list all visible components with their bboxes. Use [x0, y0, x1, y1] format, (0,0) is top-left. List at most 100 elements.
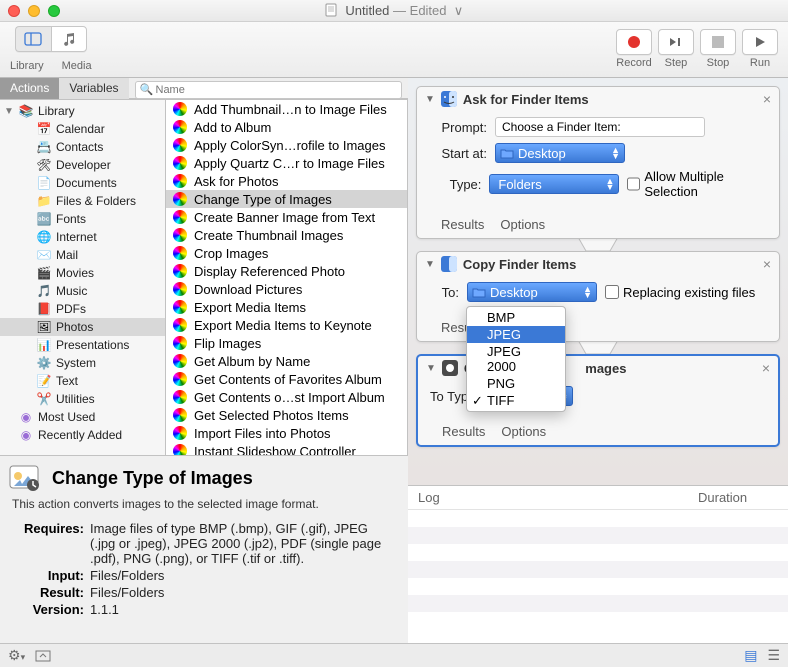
sidebar-root[interactable]: ▼📚Library: [0, 102, 165, 120]
run-button[interactable]: [742, 29, 778, 55]
action-item[interactable]: Crop Images: [166, 244, 407, 262]
music-note-icon: [61, 32, 77, 46]
action-item[interactable]: Add to Album: [166, 118, 407, 136]
sidebar-item-contacts[interactable]: 📇Contacts: [0, 138, 165, 156]
minimize-window[interactable]: [28, 5, 40, 17]
action-item[interactable]: Apply ColorSyn…rofile to Images: [166, 136, 407, 154]
start-at-select[interactable]: Desktop ▲▼: [495, 143, 625, 163]
stop-icon: [712, 36, 724, 48]
remove-action-button[interactable]: ×: [762, 360, 770, 376]
duration-column-header: Duration: [698, 490, 778, 505]
sidebar-smart-recently-added[interactable]: ◉Recently Added: [0, 426, 165, 444]
remove-action-button[interactable]: ×: [763, 91, 771, 107]
window-title: Untitled — Edited ∨: [60, 3, 728, 19]
action-item[interactable]: Import Files into Photos: [166, 424, 407, 442]
document-icon: [325, 3, 338, 17]
prompt-input[interactable]: [495, 117, 705, 137]
media-toggle-button[interactable]: [51, 26, 87, 52]
disclosure-icon[interactable]: ▼: [425, 94, 435, 105]
tab-actions[interactable]: Actions: [0, 78, 59, 99]
sidebar-item-developer[interactable]: 🛠Developer: [0, 156, 165, 174]
sidebar-item-music[interactable]: 🎵Music: [0, 282, 165, 300]
log-view-button[interactable]: ▤: [744, 647, 757, 664]
sidebar-item-documents[interactable]: 📄Documents: [0, 174, 165, 192]
record-icon: [627, 35, 641, 49]
preview-icon: [442, 360, 458, 376]
sidebar-item-pdfs[interactable]: 📕PDFs: [0, 300, 165, 318]
sidebar-item-mail[interactable]: ✉️Mail: [0, 246, 165, 264]
results-link[interactable]: Results: [442, 424, 485, 439]
allow-multiple-checkbox[interactable]: Allow Multiple Selection: [627, 169, 767, 199]
type-select[interactable]: Folders ▲▼: [489, 174, 619, 194]
chevron-updown-icon: ▲▼: [611, 147, 620, 159]
action-item[interactable]: Change Type of Images: [166, 190, 407, 208]
action-item[interactable]: Download Pictures: [166, 280, 407, 298]
sidebar-item-text[interactable]: 📝Text: [0, 372, 165, 390]
results-link[interactable]: Results: [441, 217, 484, 232]
chevron-updown-icon: ▲▼: [605, 178, 614, 190]
info-result: Files/Folders: [90, 585, 396, 600]
action-item[interactable]: Create Thumbnail Images: [166, 226, 407, 244]
copy-to-select[interactable]: Desktop ▲▼: [467, 282, 597, 302]
finder-icon: [441, 91, 457, 107]
action-item[interactable]: Get Contents o…st Import Album: [166, 388, 407, 406]
disclosure-icon[interactable]: ▼: [425, 259, 435, 270]
popup-option-bmp[interactable]: BMP: [467, 309, 565, 326]
action-item[interactable]: Display Referenced Photo: [166, 262, 407, 280]
action-item[interactable]: Ask for Photos: [166, 172, 407, 190]
gear-menu-button[interactable]: ⚙︎▾: [8, 647, 25, 664]
library-toggle-button[interactable]: [15, 26, 51, 52]
info-title: Change Type of Images: [52, 468, 396, 489]
sidebar-item-utilities[interactable]: ✂️Utilities: [0, 390, 165, 408]
options-link[interactable]: Options: [501, 424, 546, 439]
popup-option-png[interactable]: PNG: [467, 375, 565, 392]
action-item[interactable]: Export Media Items: [166, 298, 407, 316]
action-item[interactable]: Get Contents of Favorites Album: [166, 370, 407, 388]
action-large-icon: [8, 462, 40, 494]
search-input[interactable]: [135, 81, 403, 99]
log-table: [408, 510, 788, 643]
info-input: Files/Folders: [90, 568, 396, 583]
action-item[interactable]: Apply Quartz C…r to Image Files: [166, 154, 407, 172]
folder-icon: [472, 285, 486, 299]
zoom-window[interactable]: [48, 5, 60, 17]
action-item[interactable]: Add Thumbnail…n to Image Files: [166, 100, 407, 118]
sidebar-item-system[interactable]: ⚙️System: [0, 354, 165, 372]
replacing-checkbox[interactable]: Replacing existing files: [605, 285, 755, 300]
action-item[interactable]: Get Album by Name: [166, 352, 407, 370]
remove-action-button[interactable]: ×: [763, 256, 771, 272]
options-link[interactable]: Options: [500, 217, 545, 232]
sidebar-item-fonts[interactable]: 🔤Fonts: [0, 210, 165, 228]
play-icon: [753, 35, 767, 49]
sidebar-item-calendar[interactable]: 📅Calendar: [0, 120, 165, 138]
collapse-info-button[interactable]: [35, 650, 51, 662]
popup-option-tiff[interactable]: ✓TIFF: [467, 392, 565, 409]
action-item[interactable]: Create Banner Image from Text: [166, 208, 407, 226]
record-button[interactable]: [616, 29, 652, 55]
finder-icon: [441, 256, 457, 272]
step-button[interactable]: [658, 29, 694, 55]
search-icon: 🔍: [140, 83, 154, 96]
sidebar-item-internet[interactable]: 🌐Internet: [0, 228, 165, 246]
variables-view-button[interactable]: ☰: [767, 647, 780, 664]
tab-variables[interactable]: Variables: [59, 78, 128, 99]
popup-option-jpeg[interactable]: JPEG: [467, 326, 565, 343]
chevron-updown-icon: ▲▼: [583, 286, 592, 298]
sidebar-item-movies[interactable]: 🎬Movies: [0, 264, 165, 282]
action-item[interactable]: Get Selected Photos Items: [166, 406, 407, 424]
sidebar-smart-most-used[interactable]: ◉Most Used: [0, 408, 165, 426]
stop-button[interactable]: [700, 29, 736, 55]
media-label: Media: [62, 60, 92, 72]
disclosure-icon[interactable]: ▼: [426, 363, 436, 374]
popup-option-jpeg-2000[interactable]: JPEG 2000: [467, 343, 565, 375]
sidebar-item-photos[interactable]: 🖼Photos: [0, 318, 165, 336]
library-label: Library: [10, 60, 44, 72]
sidebar-item-files-folders[interactable]: 📁Files & Folders: [0, 192, 165, 210]
sidebar-item-presentations[interactable]: 📊Presentations: [0, 336, 165, 354]
action-item[interactable]: Instant Slideshow Controller: [166, 442, 407, 455]
close-window[interactable]: [8, 5, 20, 17]
workflow-action-ask-finder[interactable]: ▼ Ask for Finder Items × Prompt: Start a…: [416, 86, 780, 239]
action-item[interactable]: Export Media Items to Keynote: [166, 316, 407, 334]
type-popup-menu[interactable]: BMPJPEGJPEG 2000PNG✓TIFF: [466, 306, 566, 412]
action-item[interactable]: Flip Images: [166, 334, 407, 352]
